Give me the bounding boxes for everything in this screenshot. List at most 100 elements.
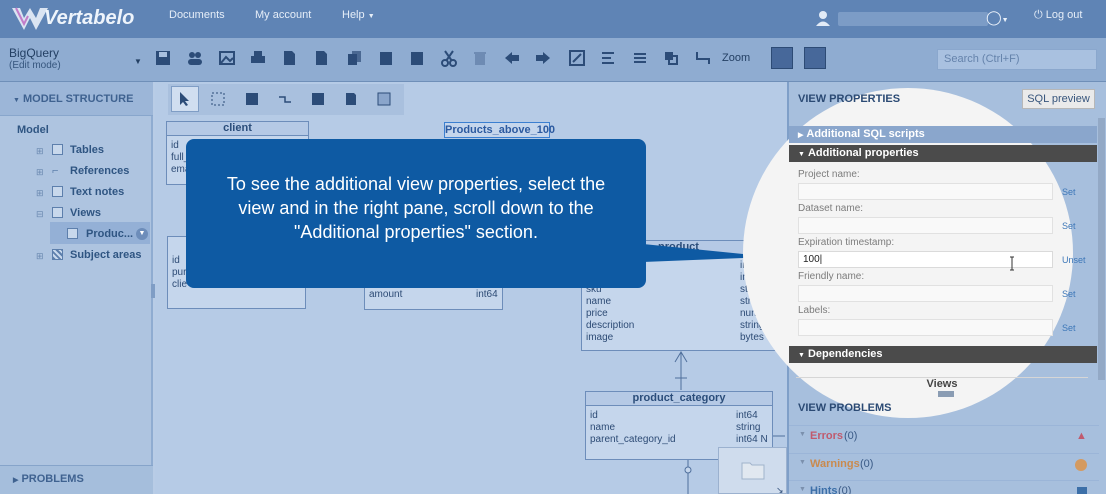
tree-item-references[interactable]: References: [70, 165, 129, 177]
nav-help[interactable]: Help ▼: [342, 9, 375, 21]
paste-icon[interactable]: [375, 47, 397, 69]
chat-icon[interactable]: ◯▼: [986, 9, 1012, 27]
project-dropdown-icon[interactable]: ▼: [134, 57, 142, 66]
item-menu-icon[interactable]: ▼: [136, 228, 148, 240]
tree-root-model[interactable]: Model: [17, 124, 49, 136]
column-row: description string: [586, 320, 771, 332]
reference-line-icon[interactable]: [692, 47, 714, 69]
problems-hints-row[interactable]: ▼ Hints (0): [789, 480, 1099, 494]
problems-errors-row[interactable]: ▼ Errors (0) ▲: [789, 425, 1099, 450]
align-icon[interactable]: [597, 47, 619, 69]
edit-icon[interactable]: [566, 47, 588, 69]
area-select-icon[interactable]: [204, 86, 232, 112]
project-name[interactable]: BigQuery: [9, 46, 59, 60]
tree-item-views[interactable]: Views: [70, 207, 101, 219]
tree-item-product-view[interactable]: Produc...: [86, 228, 133, 240]
print-icon[interactable]: [247, 47, 269, 69]
friendly-name-set-link[interactable]: Set: [1062, 289, 1076, 299]
nav-my-account[interactable]: My account: [255, 9, 311, 21]
section-label: Additional properties: [807, 147, 919, 159]
chevron-right-icon: ▶: [798, 132, 804, 139]
tree-item-text-notes[interactable]: Text notes: [70, 186, 124, 198]
expiration-timestamp-unset-link[interactable]: Unset: [1062, 255, 1086, 265]
user-icon[interactable]: [814, 9, 832, 27]
hints-label: Hints: [810, 485, 838, 494]
table-icon: [52, 144, 63, 155]
labels-input[interactable]: [798, 319, 1053, 336]
logout-link[interactable]: ⏻ Log out: [1034, 9, 1082, 22]
expand-icon[interactable]: ⊞: [36, 251, 44, 262]
section-additional-sql-scripts[interactable]: ▶ Additional SQL scripts: [789, 126, 1097, 143]
nav-documents[interactable]: Documents: [169, 9, 225, 21]
collaborators-icon[interactable]: [184, 47, 206, 69]
layout-left-icon[interactable]: [771, 47, 793, 69]
redo-icon[interactable]: [532, 47, 554, 69]
add-view-icon[interactable]: [304, 86, 332, 112]
image-export-icon[interactable]: [216, 47, 238, 69]
sql-preview-button[interactable]: SQL preview: [1022, 89, 1095, 109]
friendly-name-input[interactable]: [798, 285, 1053, 302]
subject-area-icon: [52, 249, 63, 260]
search-input[interactable]: Search (Ctrl+F): [937, 49, 1097, 70]
hint-icon: [1077, 487, 1087, 494]
app-logo-text[interactable]: Vertabelo: [44, 7, 134, 30]
field-label-dataset-name: Dataset name:: [798, 203, 864, 214]
chevron-down-icon: ▼: [799, 431, 806, 438]
select-pointer-icon[interactable]: [171, 86, 199, 112]
hints-count: (0): [838, 485, 852, 494]
project-name-set-link[interactable]: Set: [1062, 187, 1076, 197]
arrange-icon[interactable]: [660, 47, 682, 69]
dataset-name-set-link[interactable]: Set: [1062, 221, 1076, 231]
dataset-name-input[interactable]: [798, 217, 1053, 234]
add-reference-icon[interactable]: [271, 86, 299, 112]
section-dependencies[interactable]: ▼ Dependencies: [789, 346, 1097, 363]
distribute-icon[interactable]: [629, 47, 651, 69]
labels-set-link[interactable]: Set: [1062, 323, 1076, 333]
chevron-down-icon: ▼: [798, 151, 805, 158]
undo-icon[interactable]: [501, 47, 523, 69]
expand-icon[interactable]: ⊞: [36, 167, 44, 178]
panel-splitter-handle[interactable]: [938, 391, 954, 397]
expand-icon[interactable]: ⊞: [36, 146, 46, 156]
save-icon[interactable]: [152, 47, 174, 69]
add-text-note-icon[interactable]: [337, 86, 365, 112]
xml-export-icon[interactable]: [310, 47, 332, 69]
problems-label: PROBLEMS: [21, 473, 84, 485]
sql-export-icon[interactable]: [278, 47, 300, 69]
tree-item-subject-areas[interactable]: Subject areas: [70, 249, 142, 261]
copy-icon[interactable]: [343, 47, 365, 69]
logout-label: Log out: [1045, 9, 1083, 21]
layout-right-icon[interactable]: [804, 47, 826, 69]
chevron-down-icon: ▼: [799, 459, 806, 466]
field-label-labels: Labels:: [798, 305, 831, 316]
section-label: Dependencies: [807, 348, 883, 360]
view-icon: [52, 207, 63, 218]
add-table-icon[interactable]: [238, 86, 266, 112]
zoom-button[interactable]: Zoom: [722, 52, 750, 64]
column-name: id: [590, 410, 598, 421]
chevron-down-icon: ▼: [367, 13, 375, 20]
column-row: namestring: [586, 296, 771, 308]
tree-item-tables[interactable]: Tables: [70, 144, 104, 156]
collapse-icon[interactable]: ⊟: [36, 209, 44, 220]
view-products-above-100[interactable]: Products_above_100: [444, 122, 555, 138]
delete-icon[interactable]: [469, 47, 491, 69]
folder-icon: [741, 462, 765, 480]
paste-special-icon[interactable]: [406, 47, 428, 69]
problems-title: ▶ PROBLEMS: [13, 473, 84, 485]
cut-icon[interactable]: [438, 47, 460, 69]
expand-icon[interactable]: ⊞: [36, 188, 44, 199]
chevron-down-icon: ▼: [799, 486, 806, 493]
section-additional-properties[interactable]: ▼ Additional properties: [789, 145, 1097, 162]
column-row: amount int64: [369, 289, 499, 301]
problems-warnings-row[interactable]: ▼ Warnings (0): [789, 453, 1099, 478]
folder-dropzone[interactable]: ↘: [718, 447, 787, 494]
field-label-friendly-name: Friendly name:: [798, 271, 865, 282]
tutorial-callout: To see the additional view properties, s…: [186, 139, 646, 288]
table-client-title: client: [167, 122, 308, 136]
project-name-input[interactable]: [798, 183, 1053, 200]
properties-scrollbar[interactable]: [1098, 118, 1105, 380]
view-problems-title: VIEW PROBLEMS: [798, 402, 892, 414]
column-name: price: [586, 308, 608, 319]
add-subject-area-icon[interactable]: [370, 86, 398, 112]
